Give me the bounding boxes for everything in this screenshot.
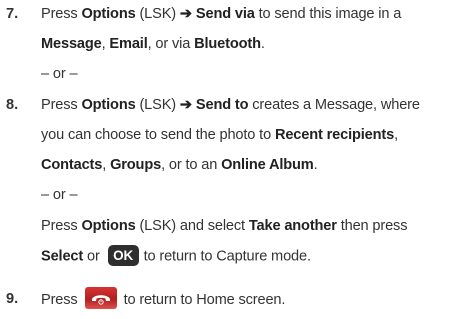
- step-9-line: Press to return to Home screen.: [41, 287, 285, 311]
- take-another-label: Take another: [248, 218, 337, 234]
- bluetooth-label: Bluetooth: [194, 36, 261, 52]
- step-7-line-2: Message, Email, or via Bluetooth.: [41, 36, 265, 52]
- step-7-or-separator: – or –: [41, 66, 78, 82]
- message-label: Message: [41, 36, 102, 52]
- step-8-line-1: Press Options (LSK) ➔ Send to creates a …: [41, 97, 420, 113]
- email-label: Email: [109, 36, 148, 52]
- step-8-line-6: Select or OK to return to Capture mode.: [41, 245, 311, 267]
- options-label: Options: [81, 6, 136, 22]
- send-to-label: Send to: [192, 97, 249, 113]
- phone-handset-icon: [91, 295, 110, 305]
- send-via-label: Send via: [192, 6, 255, 22]
- contacts-label: Contacts: [41, 157, 103, 173]
- step-8-line-5: Press Options (LSK) and select Take anot…: [41, 218, 408, 234]
- step-7-line-1: Press Options (LSK) ➔ Send via to send t…: [41, 6, 402, 22]
- groups-label: Groups: [110, 157, 162, 173]
- step-8-line-3: Contacts, Groups, or to an Online Album.: [41, 157, 318, 173]
- end-call-key-icon: [84, 287, 117, 309]
- arrow-glyph: ➔: [179, 97, 192, 113]
- instructions-document: 7. Press Options (LSK) ➔ Send via to sen…: [0, 0, 467, 319]
- step-9-number: 9.: [6, 291, 19, 307]
- step-7-number: 7.: [6, 6, 19, 22]
- arrow-glyph: ➔: [179, 6, 192, 22]
- ok-key-icon: OK: [107, 245, 139, 266]
- step-8-or-separator: – or –: [41, 187, 78, 203]
- step-8-line-2: you can choose to send the photo to Rece…: [41, 127, 398, 143]
- options-label: Options: [81, 218, 136, 234]
- recent-recipients-label: Recent recipients: [274, 127, 395, 143]
- options-label: Options: [81, 97, 136, 113]
- step-8-number: 8.: [6, 97, 19, 113]
- select-label: Select: [41, 248, 84, 265]
- online-album-label: Online Album: [221, 157, 314, 173]
